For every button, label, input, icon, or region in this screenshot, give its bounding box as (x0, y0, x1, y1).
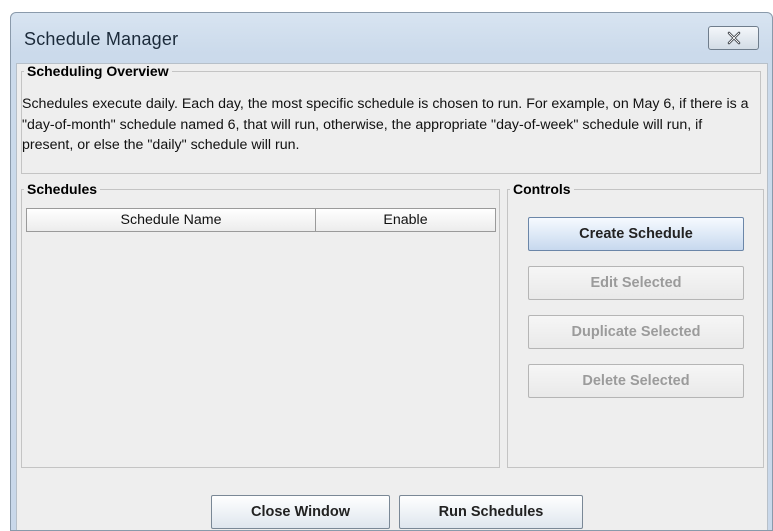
title-bar: Schedule Manager (11, 13, 772, 65)
schedule-manager-window: Schedule Manager Scheduling Overview Sch… (10, 12, 773, 531)
scheduling-overview-panel: Scheduling Overview Schedules execute da… (21, 64, 761, 174)
scheduling-overview-legend: Scheduling Overview (27, 63, 169, 79)
run-schedules-button[interactable]: Run Schedules (399, 495, 583, 529)
column-header-schedule-name[interactable]: Schedule Name (27, 209, 316, 231)
scheduling-overview-text: Schedules execute daily. Each day, the m… (22, 96, 749, 153)
window-title: Schedule Manager (24, 29, 179, 49)
close-icon (727, 31, 740, 45)
window-close-button[interactable] (708, 26, 759, 50)
create-schedule-button[interactable]: Create Schedule (528, 217, 744, 251)
schedules-table-header: Schedule Name Enable (26, 208, 496, 232)
dialog-content: Scheduling Overview Schedules execute da… (16, 63, 768, 530)
duplicate-selected-button[interactable]: Duplicate Selected (528, 315, 744, 349)
close-window-button[interactable]: Close Window (211, 495, 390, 529)
delete-selected-button[interactable]: Delete Selected (528, 364, 744, 398)
edit-selected-button[interactable]: Edit Selected (528, 266, 744, 300)
controls-legend: Controls (513, 181, 571, 197)
controls-panel: Controls Create Schedule Edit Selected D… (507, 182, 764, 468)
schedules-panel: Schedules Schedule Name Enable (21, 182, 500, 468)
column-header-enable[interactable]: Enable (316, 209, 495, 231)
schedules-legend: Schedules (27, 181, 98, 197)
